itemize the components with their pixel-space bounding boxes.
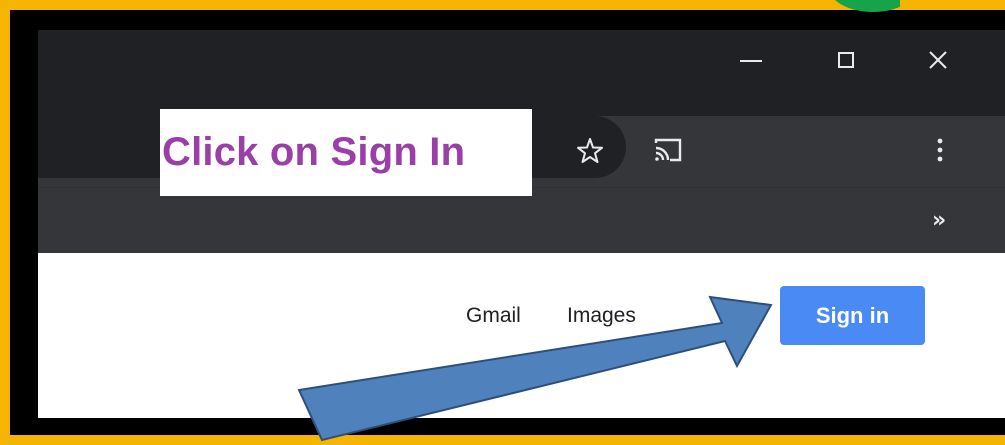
bookmarks-bar [38,187,1005,254]
close-icon [929,51,947,69]
corner-decoration [820,0,900,14]
minimize-icon [740,60,762,62]
star-icon[interactable] [570,130,610,170]
title-bar [38,30,1005,116]
close-button[interactable] [908,30,968,90]
browser-window: » Gmail Images Sign in Click on Sign In [38,30,1005,418]
bookmarks-overflow-button[interactable]: » [932,208,946,233]
images-link[interactable]: Images [567,304,636,328]
instruction-text: Click on Sign In [162,130,466,174]
sign-in-button[interactable]: Sign in [780,286,925,345]
gmail-link[interactable]: Gmail [466,304,521,328]
instruction-callout: Click on Sign In [160,109,532,196]
cast-icon[interactable] [650,134,686,166]
minimize-button[interactable] [721,30,781,90]
maximize-icon [838,52,854,68]
kebab-menu-icon[interactable] [930,134,950,166]
maximize-button[interactable] [816,30,876,90]
